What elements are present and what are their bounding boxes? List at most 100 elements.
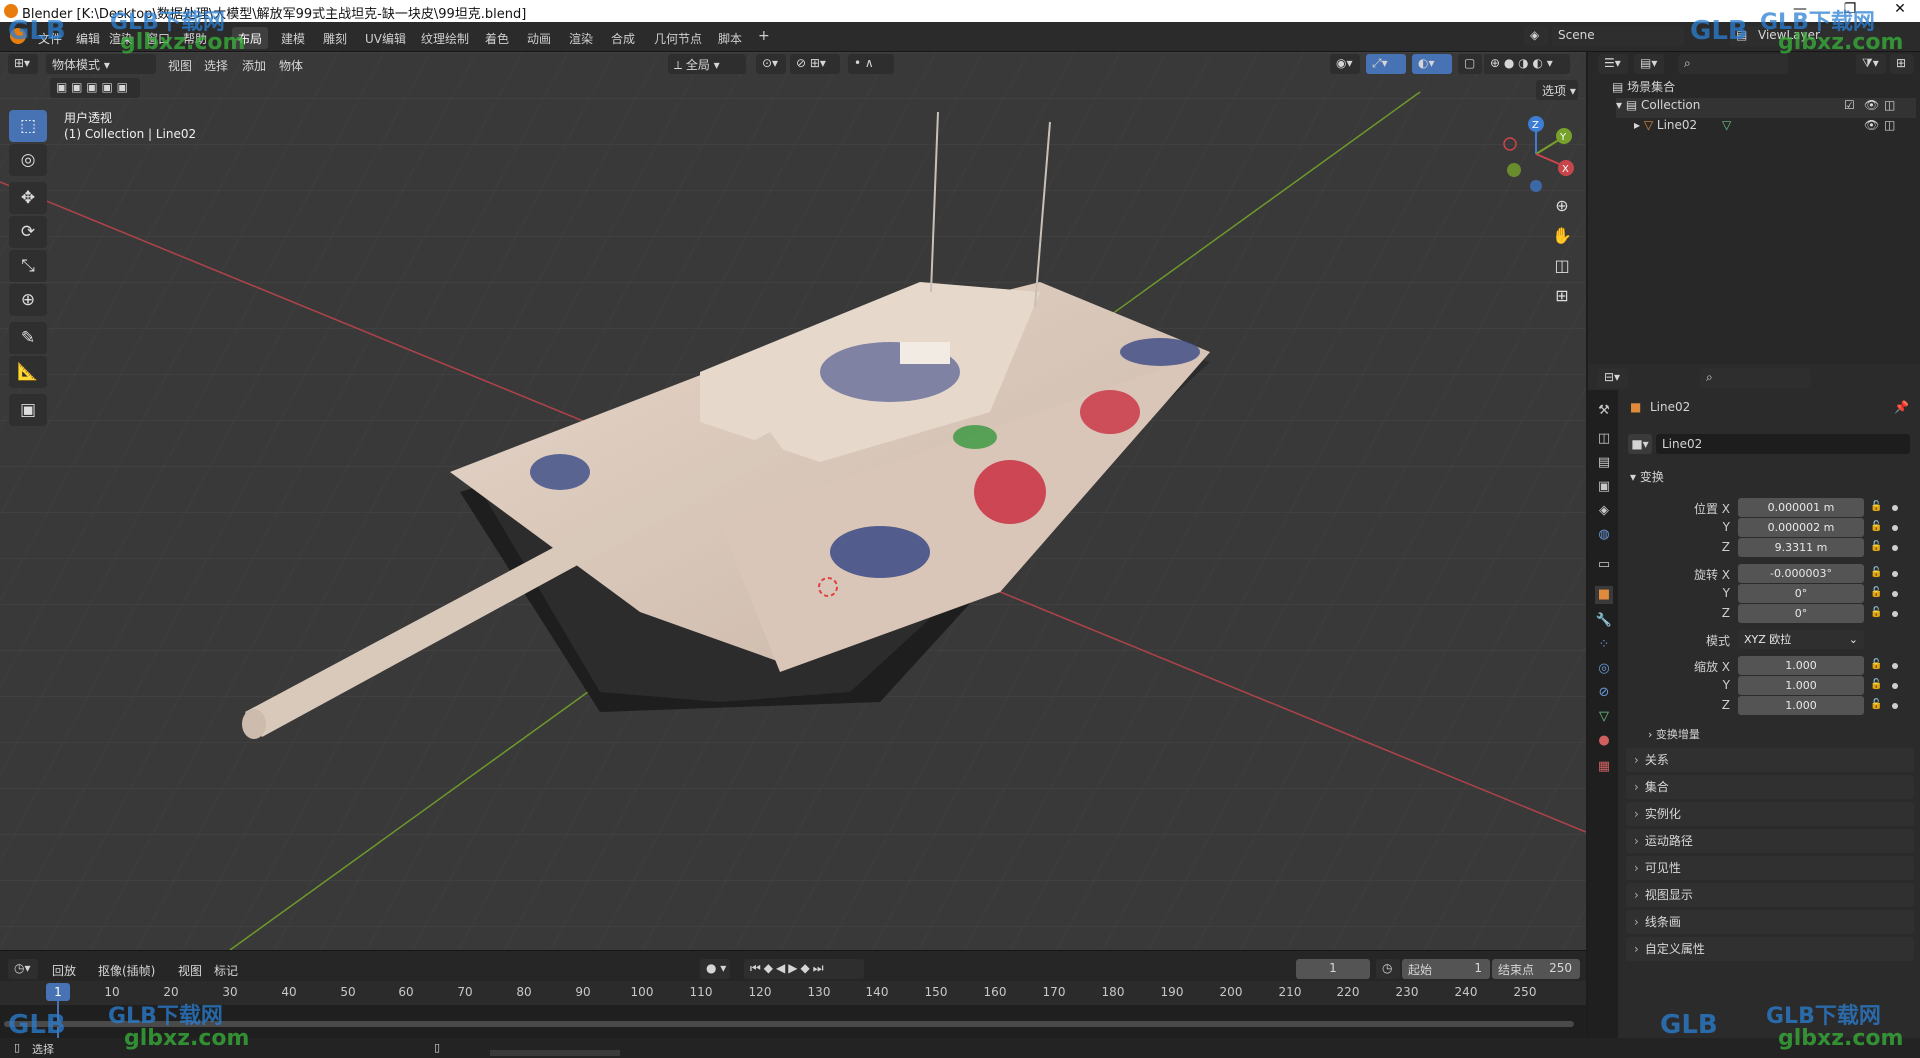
scale-x-field[interactable]: 1.000 [1738,656,1864,675]
move-tool-icon[interactable]: ✥ [9,182,47,214]
tab-uv-editing[interactable]: UV编辑 [359,27,412,49]
transform-panel-header[interactable]: ▾ 变换 [1630,468,1664,485]
timeline-editor-icon[interactable]: ◷▾ [8,959,38,979]
keyframe-dot-icon[interactable] [1892,571,1898,577]
scale-z-field[interactable]: 1.000 [1738,696,1864,715]
location-x-field[interactable]: 0.000001 m [1738,498,1864,517]
timeline-menu-view[interactable]: 视图 [178,962,202,979]
object-eye-icon[interactable]: 👁 [1864,118,1879,132]
outliner-filter-icon[interactable]: ⧩▾ [1856,54,1886,74]
add-cube-tool-icon[interactable]: ▣ [9,394,47,426]
panel-line-art[interactable]: › 线条画 [1626,910,1914,934]
viewport-menu-select[interactable]: 选择 [204,57,228,74]
lock-icon[interactable]: 🔓 [1870,541,1882,553]
add-workspace-button[interactable]: + [752,25,776,47]
tab-geometry-nodes[interactable]: 几何节点 [648,27,708,49]
cursor-tool-icon[interactable]: ◎ [9,144,47,176]
keyframe-dot-icon[interactable] [1892,545,1898,551]
visibility-icon[interactable]: ◉▾ [1330,54,1360,74]
tab-shading[interactable]: 着色 [479,27,515,49]
rotation-y-field[interactable]: 0° [1738,584,1864,603]
keyframe-dot-icon[interactable] [1892,505,1898,511]
keyframe-dot-icon[interactable] [1892,703,1898,709]
rotation-x-field[interactable]: -0.000003° [1738,564,1864,583]
rotation-mode-dropdown[interactable]: XYZ 欧拉 ⌄ [1738,630,1864,649]
panel-visibility[interactable]: › 可见性 [1626,856,1914,880]
outliner-collection-row[interactable]: ▾ ▤ Collection ☑ 👁 ◫ [1616,98,1916,118]
lock-icon[interactable]: 🔓 [1870,587,1882,599]
collection-eye-icon[interactable]: 👁 [1864,98,1879,112]
view-layer-tab-icon[interactable]: ▣ [1595,478,1613,496]
physics-tab-icon[interactable]: ◎ [1595,660,1613,678]
annotate-tool-icon[interactable]: ✎ [9,322,47,354]
object-name-field[interactable]: Line02 [1656,434,1910,454]
gizmo-toggle-icon[interactable]: ⤢▾ [1366,54,1406,74]
lock-icon[interactable]: 🔓 [1870,521,1882,533]
object-browse-icon[interactable]: ■▾ [1628,434,1652,454]
outliner-object-row[interactable]: ▸ ▽ Line02 ▽ 👁 ◫ [1634,118,1916,138]
keyframe-dot-icon[interactable] [1892,683,1898,689]
object-tab-icon[interactable]: ■ [1595,586,1613,604]
tab-scripting[interactable]: 脚本 [712,27,748,49]
pivot-icon[interactable]: ⊙▾ [756,54,786,74]
snap-icon[interactable]: ⊘ ⊞▾ [790,54,840,74]
modifier-tab-icon[interactable]: 🔧 [1595,612,1613,630]
pin-icon[interactable]: 📌 [1894,400,1909,414]
panel-custom-properties[interactable]: › 自定义属性 [1626,937,1914,961]
location-y-field[interactable]: 0.000002 m [1738,518,1864,537]
delta-transform-subpanel[interactable]: › 变换增量 [1648,726,1700,742]
proportional-edit-icon[interactable]: • ∧ [848,54,894,74]
ortho-grid-icon[interactable]: ⊞ [1548,282,1576,310]
object-render-icon[interactable]: ◫ [1884,118,1895,132]
output-tab-icon[interactable]: ▤ [1595,454,1613,472]
shading-mode-icons[interactable]: ⊕ ● ◑ ◐ ▾ [1484,54,1570,74]
panel-viewport-display[interactable]: › 视图显示 [1626,883,1914,907]
collection-checkbox-icon[interactable]: ☑ [1844,98,1855,112]
panel-motion-paths[interactable]: › 运动路径 [1626,829,1914,853]
camera-view-icon[interactable]: ◫ [1548,252,1576,280]
tab-compositing[interactable]: 合成 [605,27,641,49]
scale-tool-icon[interactable]: ⤡ [9,250,47,282]
panel-collections[interactable]: › 集合 [1626,775,1914,799]
preview-range-icon[interactable]: ◷ [1376,959,1400,979]
lock-icon[interactable]: 🔓 [1870,501,1882,513]
3d-viewport[interactable]: ⊞▾ 物体模式 ▾ 视图 选择 添加 物体 ▣ ▣ ▣ ▣ ▣ ⟂ 全局 ▾ ⊙… [0,52,1586,950]
viewport-menu-view[interactable]: 视图 [168,57,192,74]
current-frame-field[interactable]: 1 [1296,959,1370,979]
lock-icon[interactable]: 🔓 [1870,699,1882,711]
start-frame-field[interactable]: 起始 1 [1402,959,1490,979]
playback-controls[interactable]: ⏮◆◀▶◆⏭ [744,959,864,979]
location-z-field[interactable]: 9.3311 m [1738,538,1864,557]
rotate-tool-icon[interactable]: ⟳ [9,216,47,248]
panel-instancing[interactable]: › 实例化 [1626,802,1914,826]
tab-texture-paint[interactable]: 纹理绘制 [415,27,475,49]
overlay-toggle-icon[interactable]: ◐▾ [1412,54,1452,74]
texture-tab-icon[interactable]: ▦ [1595,758,1613,776]
lock-icon[interactable]: 🔓 [1870,607,1882,619]
keyframe-dot-icon[interactable] [1892,611,1898,617]
editor-type-icon[interactable]: ⊞▾ [8,54,38,74]
outliner-editor-icon[interactable]: ☰▾ [1598,54,1628,74]
properties-search-input[interactable]: ⌕ [1700,368,1810,388]
tab-animation[interactable]: 动画 [521,27,557,49]
transform-tool-icon[interactable]: ⊕ [9,284,47,316]
properties-editor-icon[interactable]: ⊟▾ [1598,368,1628,388]
scene-field[interactable]: Scene [1552,26,1684,46]
lock-icon[interactable]: 🔓 [1870,659,1882,671]
xray-icon[interactable]: ▢ [1458,54,1482,74]
mode-dropdown[interactable]: 物体模式 ▾ [46,54,156,74]
timeline-menu-playback[interactable]: 回放 [52,962,76,979]
zoom-icon[interactable]: ⊕ [1548,192,1576,220]
end-frame-field[interactable]: 结束点 250 [1492,959,1580,979]
measure-tool-icon[interactable]: 📐 [9,356,47,388]
timeline-menu-keying[interactable]: 抠像(插帧) [98,962,155,979]
new-collection-icon[interactable]: ⊞ [1890,54,1914,74]
panel-relations[interactable]: › 关系 [1626,748,1914,772]
scale-y-field[interactable]: 1.000 [1738,676,1864,695]
scene-tab-icon[interactable]: ◈ [1595,502,1613,520]
navigation-gizmo[interactable]: Z Y X [1496,114,1576,194]
viewport-menu-add[interactable]: 添加 [242,57,266,74]
particles-tab-icon[interactable]: ⁘ [1595,636,1613,654]
collection-render-icon[interactable]: ◫ [1884,98,1895,112]
lock-icon[interactable]: 🔓 [1870,679,1882,691]
